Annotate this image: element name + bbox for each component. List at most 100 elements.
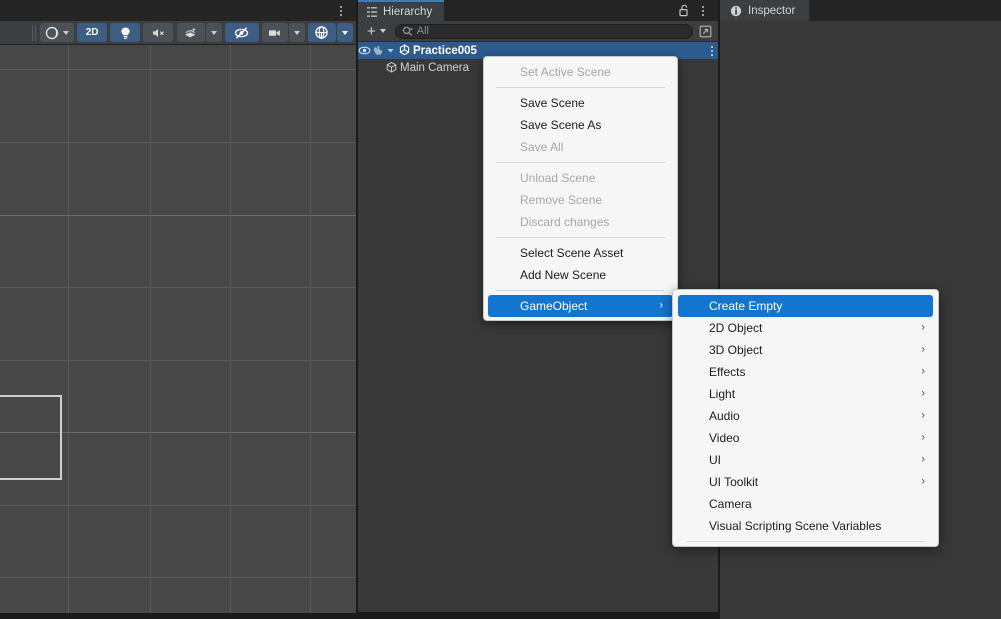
hierarchy-icon (367, 6, 377, 17)
menu-separator (687, 541, 924, 542)
context-menu-item-unload-scene: Unload Scene (484, 167, 677, 189)
submenu-item-light[interactable]: Light › (673, 383, 938, 405)
submenu-item-label: 3D Object (709, 343, 763, 357)
hand-pointer-icon (373, 46, 382, 55)
submenu-item-camera[interactable]: Camera (673, 493, 938, 515)
context-menu-item-add-new-scene[interactable]: Add New Scene (484, 264, 677, 286)
grid-line-horizontal (0, 577, 356, 578)
submenu-item-label: Audio (709, 409, 740, 423)
shading-mode-caret-down-icon[interactable] (63, 30, 69, 35)
hierarchy-search-value: All (416, 25, 429, 37)
gameobject-cube-icon (383, 61, 400, 74)
tab-inspector[interactable]: Inspector (720, 0, 810, 21)
hierarchy-lock-icon[interactable] (678, 4, 690, 17)
scene-effects-button[interactable] (176, 23, 205, 42)
chevron-right-icon: › (921, 387, 925, 400)
context-menu-item-save-scene-as[interactable]: Save Scene As (484, 114, 677, 136)
scene-camera-dropdown[interactable] (288, 23, 305, 42)
shaded-sphere-icon (45, 26, 59, 39)
audio-muted-icon (152, 28, 164, 37)
lightbulb-icon (121, 27, 130, 39)
context-menu-item-discard-changes: Discard changes (484, 211, 677, 233)
submenu-item-video[interactable]: Video › (673, 427, 938, 449)
grid-line-horizontal (0, 215, 356, 216)
submenu-item-visual-scripting-scene-variables[interactable]: Visual Scripting Scene Variables (673, 515, 938, 537)
grid-line-horizontal (0, 360, 356, 361)
gizmos-caret-down-icon (341, 30, 348, 35)
scene-gizmos-dropdown[interactable] (336, 23, 353, 42)
hierarchy-search-input[interactable]: All (394, 23, 693, 39)
scene-view-panel: 2D (0, 0, 356, 619)
hierarchy-open-in-window-button[interactable] (697, 24, 714, 39)
hierarchy-kebab-menu-icon[interactable] (695, 3, 711, 19)
hierarchy-add-button[interactable]: + (362, 24, 391, 39)
submenu-item-label: Create Empty (709, 299, 783, 313)
toggle-2d-button[interactable]: 2D (77, 23, 108, 42)
scene-camera-button[interactable] (261, 23, 288, 42)
open-in-window-icon (699, 25, 712, 37)
menu-separator (496, 290, 665, 291)
menu-separator (496, 237, 665, 238)
context-menu-item-label: Remove Scene (520, 193, 603, 207)
scene-lighting-button[interactable] (110, 23, 141, 42)
submenu-item-label: Visual Scripting Scene Variables (709, 519, 882, 533)
scene-expand-triangle-icon[interactable] (384, 46, 396, 55)
lock-open-icon (679, 4, 688, 17)
camera-icon (269, 30, 281, 36)
context-menu-item-gameobject[interactable]: GameObject › (488, 295, 673, 317)
scene-view-toolbar: 2D (0, 21, 356, 45)
context-menu-item-label: Save Scene As (520, 118, 602, 132)
grid-line-horizontal (0, 142, 356, 143)
grid-line-horizontal (0, 69, 356, 70)
submenu-item-ui-toolkit[interactable]: UI Toolkit › (673, 471, 938, 493)
submenu-item-audio[interactable]: Audio › (673, 405, 938, 427)
chevron-right-icon: › (921, 321, 925, 334)
context-menu-item-select-scene-asset[interactable]: Select Scene Asset (484, 242, 677, 264)
hierarchy-row-label: Main Camera (400, 61, 470, 74)
scene-kebab-menu-icon[interactable] (333, 3, 349, 19)
submenu-item-3d-object[interactable]: 3D Object › (673, 339, 938, 361)
scene-hidden-objects-button[interactable] (224, 23, 259, 42)
grid-line-vertical (310, 45, 311, 613)
scene-viewport[interactable] (0, 45, 356, 613)
effects-caret-down-icon (210, 30, 217, 35)
shading-mode-button[interactable] (40, 23, 74, 42)
submenu-item-create-empty[interactable]: Create Empty (678, 295, 933, 317)
unity-editor-window: 2D Hierarchy + All Practice005 Main Came… (0, 0, 1001, 619)
hierarchy-tabstrip: Hierarchy (358, 0, 718, 21)
grid-line-vertical (150, 45, 151, 613)
scene-gizmos-button[interactable] (307, 23, 336, 42)
submenu-item-label: Effects (709, 365, 746, 379)
tab-hierarchy-label: Hierarchy (383, 5, 433, 18)
hierarchy-row-label: Practice005 (413, 44, 477, 57)
scene-pickability-hand-icon[interactable] (371, 45, 384, 56)
hierarchy-row-kebab-menu-icon[interactable] (711, 43, 713, 58)
info-circle-icon (730, 5, 742, 16)
context-menu-item-save-scene[interactable]: Save Scene (484, 92, 677, 114)
gizmos-globe-icon (315, 26, 329, 39)
camera-caret-down-icon (293, 30, 300, 35)
menu-separator (496, 162, 665, 163)
tab-hierarchy[interactable]: Hierarchy (358, 0, 445, 21)
scene-panel-bottom-edge (0, 613, 356, 619)
submenu-item-ui[interactable]: UI › (673, 449, 938, 471)
context-menu-item-label: Save All (520, 140, 564, 154)
scene-audio-button[interactable] (143, 23, 174, 42)
chevron-right-icon: › (921, 343, 925, 356)
submenu-item-2d-object[interactable]: 2D Object › (673, 317, 938, 339)
hierarchy-panel-bottom-edge (358, 612, 718, 619)
effects-icon (185, 27, 196, 37)
grid-line-horizontal (0, 287, 356, 288)
context-menu-item-label: Select Scene Asset (520, 246, 624, 260)
scene-context-menu: Set Active Scene Save Scene Save Scene As S… (483, 56, 678, 321)
scene-effects-dropdown[interactable] (205, 23, 222, 42)
context-menu-item-save-all: Save All (484, 136, 677, 158)
grid-line-vertical (230, 45, 231, 613)
unity-logo-icon (399, 44, 410, 56)
chevron-right-icon: › (921, 409, 925, 422)
submenu-item-effects[interactable]: Effects › (673, 361, 938, 383)
context-menu-item-set-active-scene: Set Active Scene (484, 61, 677, 83)
toolbar-drag-handle[interactable] (32, 24, 36, 41)
scene-visibility-eye-icon[interactable] (358, 46, 371, 55)
scene-tabstrip (0, 0, 356, 21)
